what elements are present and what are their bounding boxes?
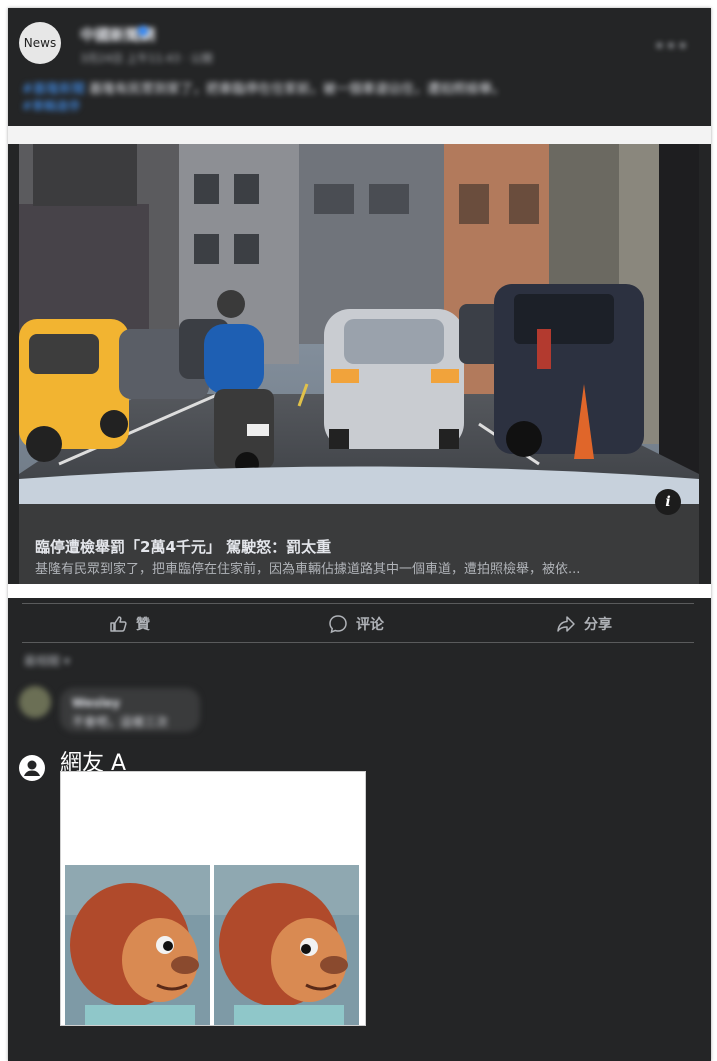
verified-badge-icon <box>138 26 148 36</box>
post-text: #基隆新聞 基隆有民眾到家了，把車臨停在住家前，被一個車道佔住，遭拍照檢舉。 #… <box>22 78 582 114</box>
meme-image[interactable] <box>60 771 366 1026</box>
info-icon[interactable]: i <box>655 489 681 515</box>
like-label: 贊 <box>136 617 150 633</box>
post-body: 基隆有民眾到家了，把車臨停在住家前，被一個車道佔住，遭拍照檢舉。 <box>89 82 506 97</box>
comment-label: 评论 <box>356 617 384 633</box>
link-headline[interactable]: 臨停遭檢舉罰「2萬4千元」 駕駛怒：罰太重 <box>35 536 331 557</box>
action-divider-bottom <box>22 642 694 643</box>
share-label: 分享 <box>584 617 612 633</box>
more-options-icon[interactable]: ••• <box>654 36 689 57</box>
link-summary: 基隆有民眾到家了，把車臨停在住家前，因為車輛佔據道路其中一個車道，遭拍照檢舉，被… <box>35 562 581 577</box>
commenter-avatar[interactable] <box>19 686 51 718</box>
divider <box>8 584 711 598</box>
post-timestamp[interactable]: 3月24日 上午11:43 · 公開 <box>80 50 213 66</box>
comment-text: 不會吧，這樣三次 <box>72 715 169 729</box>
comment-bubble-icon <box>329 615 347 634</box>
thumbs-up-icon <box>110 616 127 632</box>
commenter-name[interactable]: Wesley <box>72 696 120 710</box>
divider <box>8 126 711 144</box>
comment-sort-dropdown[interactable]: 最相關 ▾ <box>24 652 70 669</box>
like-button[interactable]: 贊 <box>108 612 150 636</box>
post-card: News 中國新聞網 3月24日 上午11:43 · 公開 ••• #基隆新聞 … <box>8 8 711 1061</box>
comment-button[interactable]: 评论 <box>328 612 384 636</box>
hashtag-link[interactable]: #基隆新聞 <box>22 82 85 97</box>
share-button[interactable]: 分享 <box>556 612 612 636</box>
page-avatar[interactable]: News <box>19 22 61 64</box>
meme-panel-right <box>214 865 359 1025</box>
sub-hashtag-link[interactable]: #車輛違停 <box>22 99 80 113</box>
link-preview[interactable]: i 臨停遭檢舉罰「2萬4千元」 駕駛怒：罰太重 基隆有民眾到家了，把車臨停在住家… <box>19 144 699 584</box>
user-avatar-icon[interactable] <box>19 755 45 781</box>
news-photo <box>19 144 699 504</box>
meme-panel-left <box>65 865 210 1025</box>
action-divider-top <box>22 603 694 604</box>
share-arrow-icon <box>557 616 575 632</box>
